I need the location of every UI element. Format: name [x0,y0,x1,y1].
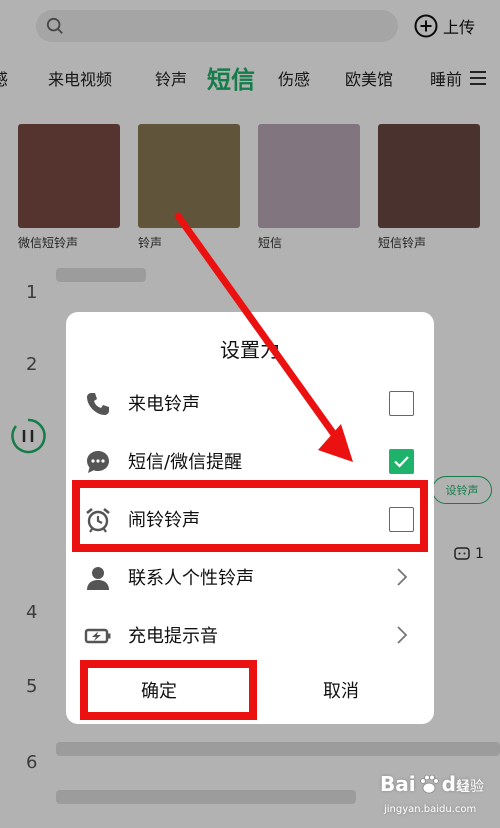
checkmark-icon [394,456,409,468]
chat-bubble-icon [87,451,109,473]
watermark-brand: Bai [380,772,416,796]
option-label: 联系人个性铃声 [128,568,254,589]
watermark-text: 经验 [456,779,484,795]
cancel-button[interactable]: 取消 [276,668,406,712]
highlight-confirm-button [80,660,257,720]
option-contact-ringtone[interactable]: 联系人个性铃声 [66,548,434,606]
chevron-right-icon [397,626,408,644]
sms-wechat-checkbox[interactable] [389,449,414,474]
option-charging-sound[interactable]: 充电提示音 [66,606,434,664]
option-incoming-call-ringtone[interactable]: 来电铃声 [66,374,434,432]
baidu-jingyan-watermark: Bai du 经验 jingyan.baidu.com [380,772,496,824]
option-label: 充电提示音 [128,626,218,647]
incoming-call-checkbox[interactable] [389,391,414,416]
option-label: 来电铃声 [128,394,200,415]
option-label: 短信/微信提醒 [128,452,243,473]
dialog-title: 设置为 [220,338,280,362]
phone-icon [87,393,109,415]
battery-charging-icon [84,628,111,644]
highlight-alarm-option [72,480,428,552]
chevron-right-icon [397,568,408,586]
contact-person-icon [87,567,109,590]
watermark-url: jingyan.baidu.com [384,804,477,815]
paw-icon [419,774,439,794]
